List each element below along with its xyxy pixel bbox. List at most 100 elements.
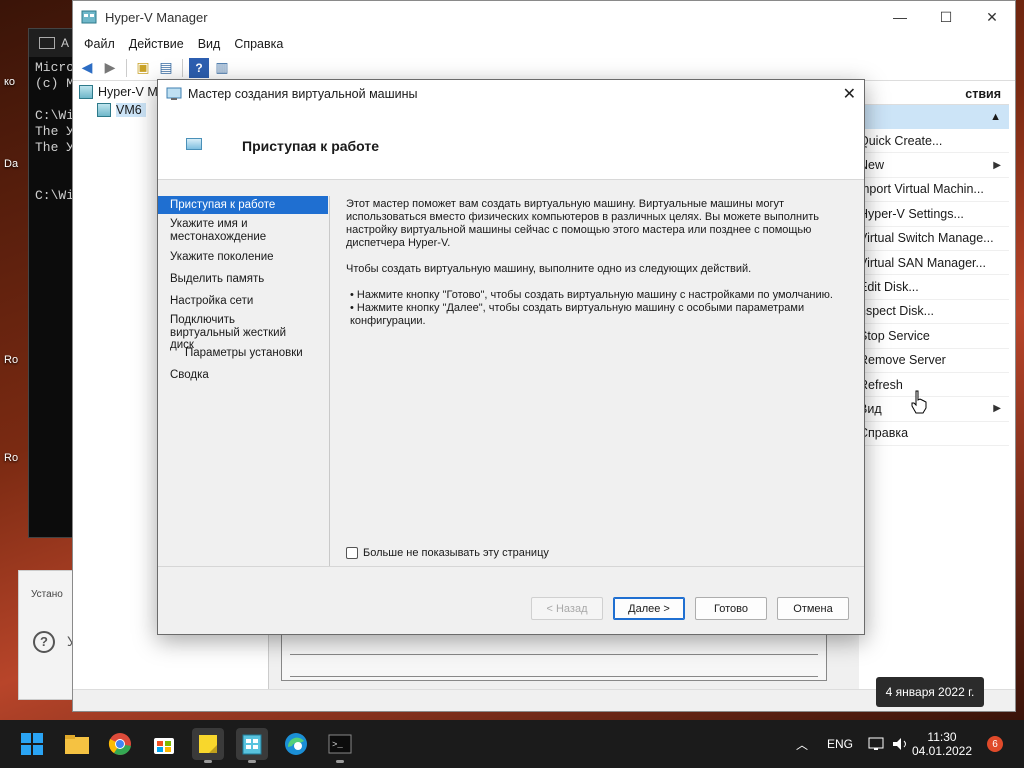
action-item[interactable]: Stop Service: [859, 324, 1009, 349]
step-name-location[interactable]: Укажите имя и местонахождение: [158, 218, 328, 243]
action-item[interactable]: Virtual Switch Manage...: [859, 227, 1009, 251]
show-tree-icon[interactable]: ▤: [156, 58, 176, 78]
dont-show-checkbox-row[interactable]: Больше не показывать эту страницу: [346, 547, 549, 559]
action-pane-icon[interactable]: ▥: [212, 58, 232, 78]
cmd-title: А: [61, 36, 70, 50]
tree-item-label: VM6: [116, 103, 146, 117]
hand-cursor-icon: [911, 390, 927, 414]
action-item-label: Hyper-V Settings...: [859, 206, 964, 221]
wizard-content: Этот мастер поможет вам создать виртуаль…: [346, 198, 852, 328]
terminal-icon[interactable]: >_: [324, 728, 356, 763]
back-arrow-icon[interactable]: ◀: [77, 58, 97, 78]
monitor-icon: [166, 87, 182, 100]
installer-label: Устано: [31, 589, 63, 600]
status-bar: [73, 689, 1015, 711]
action-item[interactable]: New ▶: [859, 153, 1009, 178]
action-item[interactable]: Вид ▶: [859, 397, 1009, 422]
help-book-icon[interactable]: ?: [189, 57, 209, 78]
menu-file[interactable]: Файл: [77, 37, 122, 51]
details-panel: [281, 633, 827, 681]
tree-root-label: Hyper-V M: [98, 85, 158, 99]
svg-text:>_: >_: [332, 740, 343, 750]
action-item-label: Edit Disk...: [859, 280, 919, 295]
step-getting-started[interactable]: Приступая к работе: [158, 196, 328, 214]
forward-arrow-icon[interactable]: ▶: [100, 58, 120, 78]
action-item[interactable]: Quick Create...: [859, 129, 1009, 154]
sticky-notes-icon[interactable]: [192, 728, 224, 763]
action-item-label: Virtual SAN Manager...: [859, 255, 986, 270]
step-summary[interactable]: Сводка: [158, 369, 328, 382]
wizard-close-icon[interactable]: ✕: [843, 84, 856, 104]
action-item-label: Refresh: [859, 377, 903, 392]
next-button[interactable]: Далее >: [613, 597, 685, 620]
menu-action[interactable]: Действие: [122, 37, 191, 51]
installer-window[interactable]: Устано ? У: [18, 570, 78, 700]
up-folder-icon[interactable]: ▣: [133, 58, 153, 78]
chrome-icon[interactable]: [104, 728, 136, 760]
close-button[interactable]: ✕: [969, 1, 1015, 33]
store-icon[interactable]: [148, 728, 180, 760]
server-icon: [79, 85, 93, 99]
actions-section-toggle[interactable]: ▲: [859, 105, 1009, 129]
language-indicator[interactable]: ENG: [827, 720, 853, 768]
notification-badge: 6: [987, 736, 1003, 752]
hyperv-app-icon: [81, 10, 97, 24]
next-bullet: • Нажмите кнопку "Далее", чтобы создать …: [350, 302, 805, 327]
step-install-options[interactable]: Параметры установки: [158, 347, 328, 360]
wizard-titlebar[interactable]: Мастер создания виртуальной машины ✕: [158, 80, 864, 108]
submenu-arrow-icon: ▶: [993, 159, 1001, 171]
collapse-icon[interactable]: ▲: [990, 111, 1001, 123]
start-icon[interactable]: [16, 728, 48, 760]
actions-header: ствия: [859, 83, 1009, 105]
cancel-button[interactable]: Отмена: [777, 597, 849, 620]
maximize-button[interactable]: ☐: [923, 1, 969, 33]
desktop-icon-label[interactable]: ко: [4, 76, 15, 88]
action-item[interactable]: Edit Disk...: [859, 275, 1009, 300]
show-hidden-icons-chevron-up-icon[interactable]: ︿: [796, 720, 808, 768]
desktop-icon-label[interactable]: Ro: [4, 354, 18, 366]
taskbar: >_ ︿ ENG 11:30 04.01.2022 6: [0, 720, 1024, 768]
desktop-icon-label[interactable]: Ro: [4, 452, 18, 464]
new-vm-wizard-dialog[interactable]: Мастер создания виртуальной машины ✕ При…: [157, 79, 865, 635]
menu-view[interactable]: Вид: [191, 37, 228, 51]
submenu-arrow-icon: ▶: [993, 403, 1001, 415]
action-item[interactable]: Справка: [859, 422, 1009, 447]
minimize-button[interactable]: —: [877, 1, 923, 33]
edge-icon[interactable]: [280, 728, 312, 760]
dont-show-label[interactable]: Больше не показывать эту страницу: [363, 547, 549, 559]
step-generation[interactable]: Укажите поколение: [158, 251, 328, 264]
finish-bullet: • Нажмите кнопку "Готово", чтобы создать…: [350, 289, 833, 301]
action-item[interactable]: Hyper-V Settings...: [859, 202, 1009, 227]
clock-date: 04.01.2022: [911, 744, 973, 758]
help-icon[interactable]: ?: [33, 631, 55, 653]
action-item-label: Stop Service: [859, 328, 930, 343]
action-item-label: mport Virtual Machin...: [859, 182, 984, 197]
menu-help[interactable]: Справка: [227, 37, 290, 51]
hyperv-manager-icon[interactable]: [236, 728, 268, 763]
action-item[interactable]: nspect Disk...: [859, 300, 1009, 325]
hyperv-title: Hyper-V Manager: [105, 9, 208, 25]
notification-center[interactable]: 6: [987, 720, 1003, 768]
file-explorer-icon[interactable]: [61, 728, 93, 760]
step-virtual-disk[interactable]: Подключить виртуальный жесткий диск: [158, 314, 308, 352]
action-item[interactable]: Virtual SAN Manager...: [859, 251, 1009, 276]
finish-button[interactable]: Готово: [695, 597, 767, 620]
dont-show-checkbox[interactable]: [346, 547, 358, 559]
hyperv-titlebar[interactable]: Hyper-V Manager — ☐ ✕: [73, 1, 1015, 33]
wizard-steps: Приступая к работе Укажите имя и местона…: [158, 196, 330, 566]
divider: [158, 566, 864, 567]
desktop-icon-label[interactable]: Da: [4, 158, 18, 170]
wizard-heading: Приступая к работе: [242, 138, 380, 154]
step-memory[interactable]: Выделить память: [158, 273, 328, 286]
vm-monitor-icon: [186, 138, 202, 150]
clock[interactable]: 11:30 04.01.2022: [912, 720, 972, 768]
step-network[interactable]: Настройка сети: [158, 295, 328, 308]
action-item-label: Remove Server: [859, 353, 946, 368]
action-item[interactable]: mport Virtual Machin...: [859, 178, 1009, 203]
network-icon[interactable]: [868, 720, 886, 768]
volume-icon[interactable]: [892, 720, 910, 768]
back-button[interactable]: < Назад: [531, 597, 603, 620]
action-item[interactable]: Refresh: [859, 373, 1009, 398]
action-item[interactable]: Remove Server: [859, 349, 1009, 373]
clock-time: 11:30: [927, 730, 957, 744]
